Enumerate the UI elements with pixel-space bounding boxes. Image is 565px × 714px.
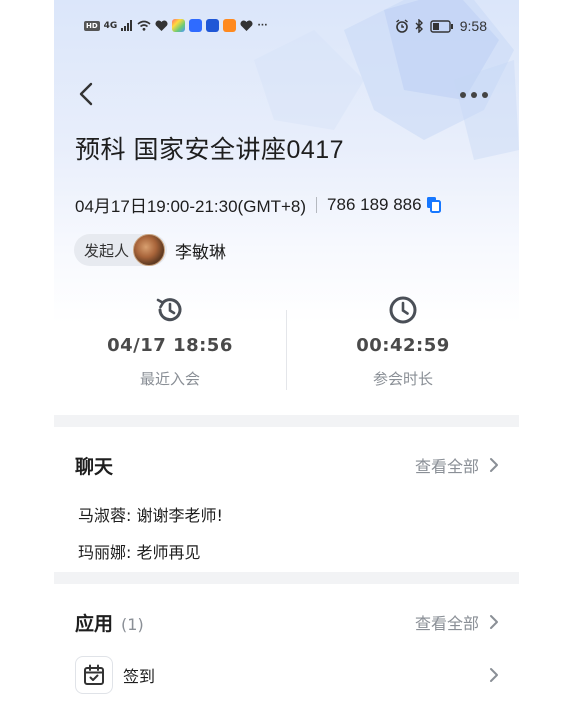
wifi-icon [137, 20, 151, 31]
status-right: 9:58 [395, 18, 487, 34]
hd-indicator: HD [84, 20, 100, 31]
meta-divider [316, 196, 318, 213]
app-item-check-in[interactable]: 签到 [75, 655, 499, 695]
meeting-id: 786 189 886 [327, 194, 422, 214]
copy-icon[interactable] [426, 196, 441, 213]
more-options-icon[interactable] [459, 88, 489, 102]
chat-view-all-button[interactable]: 查看全部 [415, 453, 499, 477]
blue-app-icon [206, 19, 220, 32]
meeting-detail-screen: HD 4G ··· 9:58 预科 国家安全讲座0417 04月17日19:00… [54, 0, 519, 714]
status-bar: HD 4G ··· 9:58 [54, 0, 519, 54]
avatar [133, 234, 166, 266]
right-margin [519, 0, 565, 714]
network-indicator: 4G [103, 20, 118, 31]
colorful-app-icon [172, 19, 186, 32]
status-time: 9:58 [459, 18, 487, 34]
apps-title: 应用 (1) [73, 609, 144, 636]
meeting-datetime: 04月17日19:00-21:30(GMT+8) [75, 197, 307, 216]
host-name: 李敏琳 [175, 242, 227, 263]
stat-label: 最近入会 [139, 370, 200, 388]
host-row: 发起人 李敏琳 [74, 233, 226, 267]
more-notifications-icon: ··· [257, 20, 268, 31]
apps-count: (1) [121, 615, 144, 634]
chat-message: 马淑蓉: 谢谢李老师! [78, 506, 223, 525]
apps-title-text: 应用 [73, 609, 115, 636]
app-item-label: 签到 [123, 667, 156, 686]
heart-app-icon [155, 19, 168, 31]
battery-icon [430, 19, 453, 33]
chevron-right-icon [490, 458, 498, 472]
meeting-meta: 04月17日19:00-21:30(GMT+8) 786 189 886 [75, 192, 441, 217]
chat-card: 聊天 查看全部 马淑蓉: 谢谢李老师! 玛丽娜: 老师再见 [54, 427, 519, 572]
alarm-icon [395, 19, 408, 33]
meeting-stats: 04/17 18:56 最近入会 00:42:59 参会时长 [54, 290, 519, 400]
clock-icon [389, 296, 417, 324]
chat-message: 玛丽娜: 老师再见 [78, 543, 201, 562]
stat-value: 00:42:59 [356, 335, 450, 356]
apps-card: 应用 (1) 查看全部 签到 [54, 584, 519, 714]
history-clock-icon [156, 298, 182, 322]
meeting-title: 预科 国家安全讲座0417 [75, 136, 345, 164]
chevron-right-icon [490, 615, 498, 629]
status-left: HD 4G ··· [84, 19, 268, 32]
chat-title-text: 聊天 [73, 452, 115, 479]
host-tag: 发起人 [74, 234, 168, 266]
orange-play-app-icon [223, 19, 237, 32]
signal-icon [121, 20, 133, 31]
check-in-calendar-icon [75, 656, 113, 694]
chat-title: 聊天 [73, 452, 115, 479]
stat-label: 参会时长 [372, 370, 433, 388]
stat-duration: 00:42:59 参会时长 [287, 290, 519, 389]
health-app-icon [240, 19, 253, 31]
left-margin [0, 0, 54, 714]
view-all-label: 查看全部 [414, 614, 479, 633]
view-all-label: 查看全部 [414, 457, 479, 476]
stat-last-joined: 04/17 18:56 最近入会 [54, 290, 286, 389]
lightbulb-app-icon [189, 19, 203, 32]
back-arrow-icon[interactable] [74, 80, 100, 108]
stat-value: 04/17 18:56 [107, 335, 233, 356]
chevron-right-icon [490, 668, 498, 682]
host-tag-label: 发起人 [84, 241, 130, 260]
bluetooth-icon [415, 19, 423, 33]
apps-view-all-button[interactable]: 查看全部 [415, 610, 499, 634]
